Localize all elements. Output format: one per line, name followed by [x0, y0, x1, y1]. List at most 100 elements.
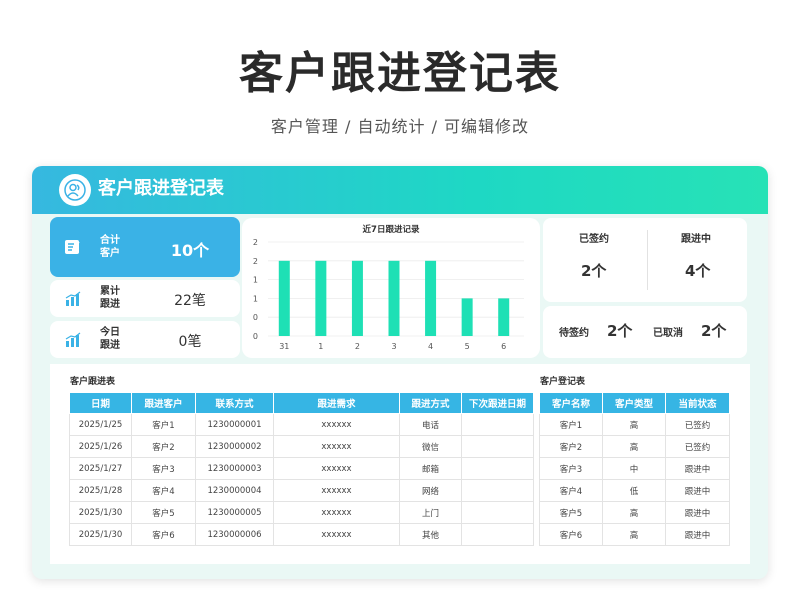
- kpi-today-followups[interactable]: 今日 跟进 0笔: [50, 321, 240, 358]
- bar-chart-icon: [64, 331, 82, 349]
- table-row[interactable]: 2025/1/30 客户6 1230000006 xxxxxx 其他: [69, 523, 534, 546]
- kpi-value: 0笔: [178, 334, 202, 350]
- table-cell[interactable]: 客户5: [131, 501, 196, 524]
- table-cell[interactable]: 跟进中: [665, 457, 730, 480]
- chart-bar[interactable]: [315, 260, 327, 336]
- y-tick-label: 0: [253, 332, 258, 341]
- table-cell[interactable]: 客户1: [539, 413, 603, 436]
- kpi-value: 10个: [170, 241, 210, 260]
- table-row[interactable]: 客户4 低跟进中: [539, 479, 730, 502]
- table-cell[interactable]: 1230000001: [195, 413, 274, 436]
- table-cell[interactable]: 客户6: [131, 523, 196, 546]
- table-cell[interactable]: 2025/1/30: [69, 501, 132, 524]
- followup-chart: 近7日跟进记录 0 0 1 1 2 2 31 1 2 3 4 5 6: [242, 218, 540, 358]
- column-header[interactable]: 跟进方式: [399, 392, 462, 414]
- table-cell[interactable]: 高: [602, 501, 666, 524]
- table-cell[interactable]: 跟进中: [665, 523, 730, 546]
- table-cell[interactable]: 1230000004: [195, 479, 274, 502]
- table-cell[interactable]: 其他: [399, 523, 462, 546]
- table-cell[interactable]: 客户2: [539, 435, 603, 458]
- register-table-title: 客户登记表: [540, 377, 586, 387]
- table-row[interactable]: 客户3 中跟进中: [539, 457, 730, 480]
- column-header[interactable]: 联系方式: [195, 392, 274, 414]
- table-cell[interactable]: xxxxxx: [273, 413, 400, 436]
- table-cell[interactable]: 高: [602, 413, 666, 436]
- chart-bar[interactable]: [461, 298, 473, 336]
- table-row[interactable]: 客户6 高跟进中: [539, 523, 730, 546]
- table-cell[interactable]: 跟进中: [665, 501, 730, 524]
- table-cell[interactable]: 跟进中: [665, 479, 730, 502]
- table-cell[interactable]: xxxxxx: [273, 523, 400, 546]
- column-header[interactable]: 日期: [69, 392, 132, 414]
- x-tick-label: 3: [391, 342, 396, 351]
- table-cell[interactable]: 微信: [399, 435, 462, 458]
- column-header[interactable]: 客户名称: [539, 392, 603, 414]
- table-cell[interactable]: 客户5: [539, 501, 603, 524]
- table-cell[interactable]: 客户4: [131, 479, 196, 502]
- table-row[interactable]: 2025/1/28 客户4 1230000004 xxxxxx 网络: [69, 479, 534, 502]
- table-cell[interactable]: 客户1: [131, 413, 196, 436]
- table-cell[interactable]: 已签约: [665, 435, 730, 458]
- table-cell[interactable]: 2025/1/27: [69, 457, 132, 480]
- table-cell[interactable]: 高: [602, 523, 666, 546]
- card-title: 客户跟进登记表: [98, 178, 224, 199]
- table-cell[interactable]: 客户4: [539, 479, 603, 502]
- table-cell[interactable]: 2025/1/26: [69, 435, 132, 458]
- x-tick-label: 2: [355, 342, 360, 351]
- chart-bar[interactable]: [278, 260, 290, 336]
- chart-bar[interactable]: [498, 298, 510, 336]
- table-cell[interactable]: 客户2: [131, 435, 196, 458]
- chart-bar[interactable]: [425, 260, 437, 336]
- column-header[interactable]: 当前状态: [665, 392, 730, 414]
- table-cell[interactable]: 1230000002: [195, 435, 274, 458]
- table-row[interactable]: 2025/1/27 客户3 1230000003 xxxxxx 邮箱: [69, 457, 534, 480]
- table-cell[interactable]: 2025/1/28: [69, 479, 132, 502]
- table-cell[interactable]: xxxxxx: [273, 435, 400, 458]
- table-cell[interactable]: 电话: [399, 413, 462, 436]
- table-cell[interactable]: xxxxxx: [273, 501, 400, 524]
- table-cell[interactable]: [461, 479, 534, 502]
- page-title: 客户跟进登记表: [239, 48, 561, 99]
- kpi-total-customers[interactable]: 合计 客户 10个: [50, 217, 240, 277]
- table-cell[interactable]: [461, 457, 534, 480]
- table-cell[interactable]: 1230000003: [195, 457, 274, 480]
- table-cell[interactable]: 高: [602, 435, 666, 458]
- table-cell[interactable]: 客户6: [539, 523, 603, 546]
- table-cell[interactable]: [461, 413, 534, 436]
- chart-title: 近7日跟进记录: [363, 224, 420, 235]
- table-row[interactable]: 2025/1/26 客户2 1230000002 xxxxxx 微信: [69, 435, 534, 458]
- table-row[interactable]: 2025/1/30 客户5 1230000005 xxxxxx 上门: [69, 501, 534, 524]
- users-icon: [59, 174, 91, 206]
- table-cell[interactable]: 邮箱: [399, 457, 462, 480]
- table-row[interactable]: 客户5 高跟进中: [539, 501, 730, 524]
- table-cell[interactable]: 2025/1/30: [69, 523, 132, 546]
- table-cell[interactable]: xxxxxx: [273, 479, 400, 502]
- table-cell[interactable]: 1230000005: [195, 501, 274, 524]
- table-row[interactable]: 2025/1/25 客户1 1230000001 xxxxxx 电话: [69, 413, 534, 436]
- table-cell[interactable]: [461, 435, 534, 458]
- column-header[interactable]: 跟进需求: [273, 392, 400, 414]
- table-row[interactable]: 客户1 高已签约: [539, 413, 730, 436]
- table-cell[interactable]: 客户3: [539, 457, 603, 480]
- table-cell[interactable]: [461, 501, 534, 524]
- kpi-label-line2: 客户: [100, 248, 120, 259]
- chart-bar[interactable]: [388, 260, 400, 336]
- table-cell[interactable]: 网络: [399, 479, 462, 502]
- column-header[interactable]: 客户类型: [602, 392, 666, 414]
- table-row[interactable]: 客户2 高已签约: [539, 435, 730, 458]
- table-cell[interactable]: 客户3: [131, 457, 196, 480]
- table-cell[interactable]: 2025/1/25: [69, 413, 132, 436]
- table-cell[interactable]: 低: [602, 479, 666, 502]
- chart-bar[interactable]: [351, 260, 363, 336]
- table-cell[interactable]: 已签约: [665, 413, 730, 436]
- table-cell[interactable]: 中: [602, 457, 666, 480]
- column-header[interactable]: 下次跟进日期: [461, 392, 534, 414]
- table-cell[interactable]: xxxxxx: [273, 457, 400, 480]
- table-cell[interactable]: 1230000006: [195, 523, 274, 546]
- table-cell[interactable]: 上门: [399, 501, 462, 524]
- table-cell[interactable]: [461, 523, 534, 546]
- follow-table-title: 客户跟进表: [70, 377, 116, 387]
- column-header[interactable]: 跟进客户: [131, 392, 196, 414]
- kpi-total-followups[interactable]: 累计 跟进 22笔: [50, 280, 240, 317]
- kpi-label: 今日 跟进: [100, 326, 120, 352]
